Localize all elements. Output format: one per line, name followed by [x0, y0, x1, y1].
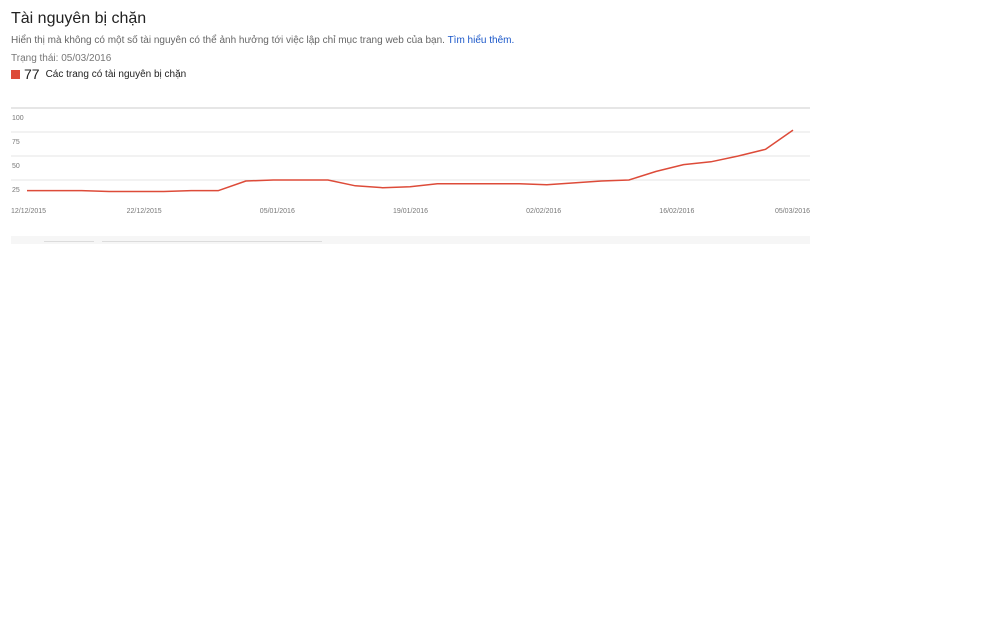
data-point[interactable] [763, 146, 769, 152]
data-point[interactable] [216, 188, 222, 194]
data-point[interactable] [243, 178, 249, 184]
data-point[interactable] [462, 181, 468, 187]
data-point[interactable] [516, 181, 522, 187]
data-point[interactable] [106, 189, 112, 195]
status-date: Trạng thái: 05/03/2016 [11, 53, 112, 64]
data-point[interactable] [434, 181, 440, 187]
range-handle-left[interactable] [44, 241, 94, 242]
data-point[interactable] [571, 180, 577, 186]
legend-count: 77 [24, 66, 40, 82]
legend-swatch [11, 69, 20, 79]
data-point[interactable] [790, 127, 796, 133]
chart-gridlines [11, 107, 810, 181]
y-tick-25: 25 [12, 187, 20, 194]
data-point[interactable] [79, 188, 85, 194]
data-point[interactable] [489, 181, 495, 187]
data-point[interactable] [708, 159, 714, 165]
chart-legend[interactable]: 77 Các trang có tài nguyên bị chặn [11, 66, 186, 82]
data-point[interactable] [380, 185, 386, 191]
data-point[interactable] [270, 177, 276, 183]
data-point[interactable] [653, 168, 659, 174]
chart-series [24, 127, 796, 195]
y-tick-100: 100 [12, 115, 24, 122]
data-point[interactable] [626, 177, 632, 183]
y-tick-75: 75 [12, 139, 20, 146]
series-line[interactable] [27, 129, 794, 193]
x-tick-label: 16/02/2016 [659, 208, 694, 215]
page-title: Tài nguyên bị chặn [11, 10, 147, 27]
x-tick-label: 12/12/2015 [11, 208, 46, 215]
x-tick-label: 05/03/2016 [775, 208, 810, 215]
x-tick-label: 02/02/2016 [526, 208, 561, 215]
chart-y-tick-labels: 100 75 50 25 [12, 115, 24, 194]
data-point[interactable] [188, 188, 194, 194]
data-point[interactable] [599, 178, 605, 184]
description-text: Hiển thị mà không có một số tài nguyên c… [11, 35, 445, 46]
data-point[interactable] [325, 177, 331, 183]
data-point[interactable] [681, 162, 687, 168]
range-track[interactable] [102, 241, 322, 242]
learn-more-link[interactable]: Tìm hiểu thêm. [448, 35, 515, 46]
data-point[interactable] [298, 177, 304, 183]
chart-range-selector[interactable] [11, 236, 810, 244]
data-point[interactable] [735, 153, 741, 159]
x-tick-label: 19/01/2016 [393, 208, 428, 215]
x-tick-label: 22/12/2015 [127, 208, 162, 215]
page-description: Hiển thị mà không có một số tài nguyên c… [11, 35, 514, 46]
data-point[interactable] [133, 189, 139, 195]
data-point[interactable] [161, 189, 167, 195]
chart-x-tick-labels: 12/12/2015 22/12/2015 05/01/2016 19/01/2016… [11, 208, 810, 215]
legend-label: Các trang có tài nguyên bị chặn [45, 68, 187, 80]
data-point[interactable] [352, 183, 358, 189]
x-tick-label: 05/01/2016 [260, 208, 295, 215]
data-point[interactable] [544, 182, 550, 188]
blocked-resources-line-chart[interactable]: 100 75 50 25 12/12/2015 22/12/2015 05/01/2016… [0, 100, 820, 225]
data-point[interactable] [407, 184, 413, 190]
y-tick-50: 50 [12, 163, 20, 170]
data-point[interactable] [51, 188, 57, 194]
data-point[interactable] [24, 188, 30, 194]
